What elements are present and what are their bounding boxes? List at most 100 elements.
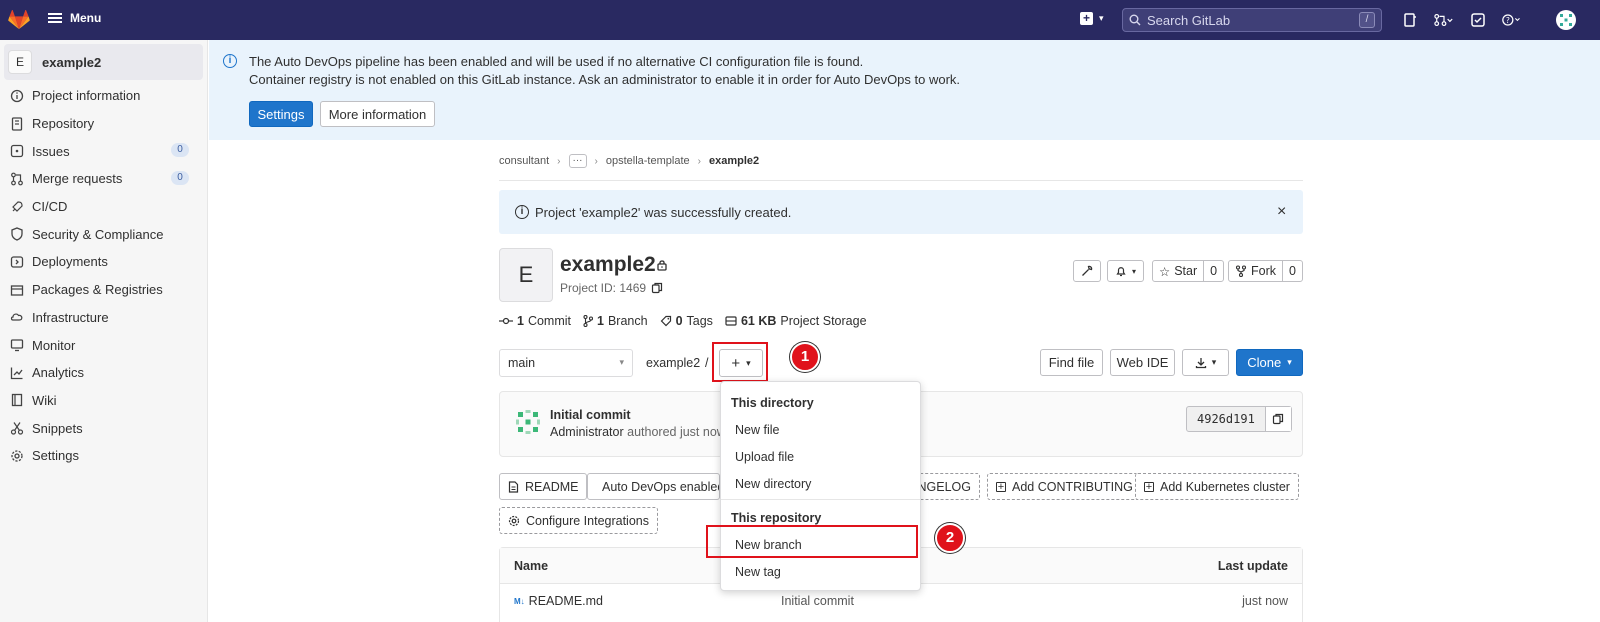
star-button[interactable]: ☆ Star 0 bbox=[1152, 260, 1225, 282]
sidebar-item-ci-cd[interactable]: CI/CD bbox=[0, 193, 207, 221]
chart-icon bbox=[10, 366, 24, 380]
branch-selector[interactable]: main ▾ bbox=[499, 349, 633, 377]
search-shortcut: / bbox=[1359, 12, 1375, 28]
sidebar-item-label: Merge requests bbox=[32, 171, 123, 187]
merge-request-icon[interactable] bbox=[1434, 10, 1454, 30]
branches-stat[interactable]: 1 Branch bbox=[583, 314, 648, 328]
menu-label: Menu bbox=[70, 11, 102, 25]
commits-stat[interactable]: 1 Commit bbox=[499, 314, 571, 328]
sidebar-item-label: Monitor bbox=[32, 337, 76, 353]
dropdown-item-new-directory[interactable]: New directory bbox=[735, 477, 811, 491]
dropdown-divider bbox=[721, 499, 920, 500]
sidebar-item-analytics[interactable]: Analytics bbox=[0, 359, 207, 387]
todo-icon[interactable] bbox=[1400, 10, 1420, 30]
package-icon bbox=[10, 283, 24, 297]
sidebar-item-merge-requests[interactable]: Merge requests 0 bbox=[0, 165, 207, 193]
breadcrumb-item-current[interactable]: example2 bbox=[709, 155, 759, 167]
help-icon[interactable]: ? bbox=[1502, 10, 1522, 30]
create-new-button[interactable]: + ▾ bbox=[1080, 12, 1104, 25]
dropdown-item-new-file[interactable]: New file bbox=[735, 423, 779, 437]
dropdown-item-upload-file[interactable]: Upload file bbox=[735, 450, 794, 464]
chevron-right-icon: › bbox=[557, 155, 561, 167]
sidebar-item-snippets[interactable]: Snippets bbox=[0, 414, 207, 442]
sidebar-item-repository[interactable]: Repository bbox=[0, 110, 207, 138]
add-kubernetes-cluster-button[interactable]: + Add Kubernetes cluster bbox=[1135, 473, 1299, 500]
file-name[interactable]: README.md bbox=[529, 594, 603, 608]
sidebar-item-wiki[interactable]: Wiki bbox=[0, 387, 207, 415]
annotation-highlight-box-2 bbox=[706, 525, 918, 558]
info-icon: i bbox=[223, 54, 237, 68]
storage-stat[interactable]: 61 KB Project Storage bbox=[725, 314, 867, 328]
issues-check-icon[interactable] bbox=[1468, 10, 1488, 30]
column-last-update-header: Last update bbox=[1217, 559, 1288, 573]
user-avatar[interactable] bbox=[1556, 10, 1576, 30]
branch-name: main bbox=[508, 356, 536, 370]
copy-sha-button[interactable] bbox=[1264, 407, 1291, 431]
monitor-icon bbox=[10, 338, 24, 352]
banner-settings-button[interactable]: Settings bbox=[249, 101, 313, 127]
commit-title[interactable]: Initial commit bbox=[550, 408, 631, 422]
star-count[interactable]: 0 bbox=[1203, 261, 1223, 281]
svg-text:?: ? bbox=[1506, 16, 1510, 25]
banner-line-2: Container registry is not enabled on thi… bbox=[249, 72, 961, 87]
fork-button[interactable]: Fork 0 bbox=[1228, 260, 1303, 282]
tags-stat[interactable]: 0 Tags bbox=[660, 314, 713, 328]
tags-count: 0 bbox=[675, 314, 683, 328]
close-icon[interactable]: × bbox=[1277, 203, 1286, 221]
file-name-cell: M↓ README.md bbox=[514, 594, 603, 608]
commit-author[interactable]: Administrator bbox=[550, 425, 624, 439]
fork-count[interactable]: 0 bbox=[1282, 261, 1302, 281]
fork-icon bbox=[1235, 265, 1247, 277]
sidebar-item-project-information[interactable]: Project information bbox=[0, 82, 207, 110]
breadcrumb-item-opstella-template[interactable]: opstella-template bbox=[606, 155, 690, 167]
file-last-commit[interactable]: Initial commit bbox=[781, 594, 854, 608]
tag-icon bbox=[660, 315, 671, 327]
web-ide-button[interactable]: Web IDE bbox=[1110, 349, 1175, 376]
author-avatar[interactable] bbox=[514, 408, 542, 436]
commit-meta: Administrator authored just now bbox=[550, 425, 726, 439]
commit-sha[interactable]: 4926d191 bbox=[1187, 407, 1265, 431]
project-created-alert: i Project 'example2' was successfully cr… bbox=[499, 190, 1303, 234]
repository-icon bbox=[10, 116, 24, 131]
sidebar-item-settings[interactable]: Settings bbox=[0, 442, 207, 470]
sidebar-item-label: CI/CD bbox=[32, 199, 68, 215]
gitlab-logo-icon[interactable] bbox=[8, 10, 30, 30]
sidebar-item-label: Deployments bbox=[32, 254, 108, 270]
sidebar-project-header[interactable]: E example2 bbox=[4, 44, 203, 80]
divider bbox=[499, 180, 1303, 181]
notifications-button[interactable]: ▾ bbox=[1107, 260, 1144, 282]
add-contributing-button[interactable]: + Add CONTRIBUTING bbox=[987, 473, 1142, 500]
breadcrumb-item-consultant[interactable]: consultant bbox=[499, 155, 549, 167]
search-input[interactable]: Search GitLab / bbox=[1122, 8, 1382, 32]
sidebar-item-monitor[interactable]: Monitor bbox=[0, 331, 207, 359]
breadcrumb-expand-button[interactable]: ··· bbox=[568, 154, 587, 168]
dropdown-item-new-tag[interactable]: New tag bbox=[735, 565, 781, 579]
clone-button[interactable]: Clone ▾ bbox=[1236, 349, 1303, 376]
breadcrumb: consultant › ··· › opstella-template › e… bbox=[499, 154, 759, 168]
dropdown-section-this-repository: This repository bbox=[731, 511, 822, 525]
info-icon: i bbox=[515, 205, 529, 219]
menu-button[interactable]: Menu bbox=[48, 11, 101, 25]
deployments-icon bbox=[10, 255, 24, 269]
dropdown-section-this-directory: This directory bbox=[731, 396, 814, 410]
storage-icon bbox=[725, 316, 737, 326]
sidebar-item-packages[interactable]: Packages & Registries bbox=[0, 276, 207, 304]
readme-button[interactable]: README bbox=[499, 473, 588, 500]
find-file-button[interactable]: Find file bbox=[1040, 349, 1103, 376]
sidebar-item-infrastructure[interactable]: Infrastructure bbox=[0, 304, 207, 332]
download-button[interactable]: ▾ bbox=[1182, 349, 1229, 376]
configure-integrations-button[interactable]: Configure Integrations bbox=[499, 507, 658, 534]
top-navbar: Menu + ▾ Search GitLab / ? bbox=[0, 0, 1600, 40]
banner-more-information-button[interactable]: More information bbox=[320, 101, 435, 127]
auto-devops-enabled-button[interactable]: Auto DevOps enabled bbox=[587, 473, 720, 500]
sidebar-item-issues[interactable]: Issues 0 bbox=[0, 137, 207, 165]
copy-icon[interactable] bbox=[651, 282, 663, 294]
project-id: Project ID: 1469 bbox=[560, 281, 647, 295]
bell-icon bbox=[1116, 267, 1126, 277]
file-last-update: just now bbox=[1242, 594, 1288, 608]
repo-path[interactable]: example2 bbox=[646, 356, 700, 370]
sidebar-item-security[interactable]: Security & Compliance bbox=[0, 220, 207, 248]
storage-label: Project Storage bbox=[780, 314, 867, 328]
sidebar-item-deployments[interactable]: Deployments bbox=[0, 248, 207, 276]
settings-wrench-button[interactable] bbox=[1073, 260, 1101, 282]
